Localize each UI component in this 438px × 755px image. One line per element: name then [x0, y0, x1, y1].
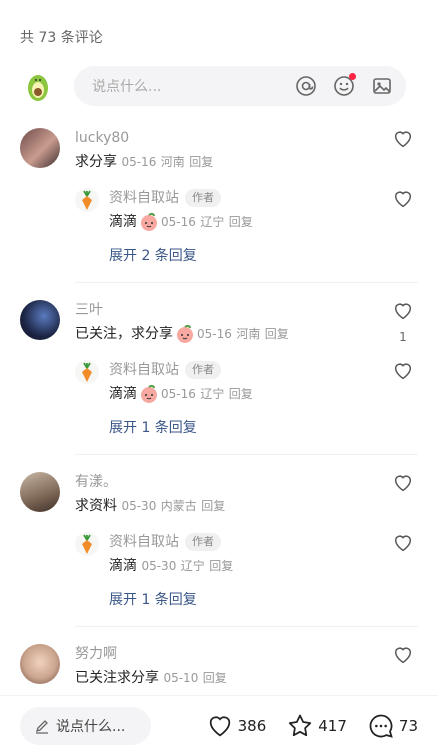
divider	[75, 626, 418, 627]
reply-button[interactable]: 回复	[201, 499, 225, 513]
comment-date: 05-16	[197, 327, 232, 341]
reply-button[interactable]: 回复	[229, 383, 253, 405]
reply-button[interactable]: 回复	[229, 211, 253, 233]
expand-replies-link[interactable]: 展开 1 条回复	[109, 417, 197, 437]
author-badge: 作者	[185, 189, 221, 207]
comments-count: 73	[398, 716, 418, 735]
comment-text: 求分享	[75, 154, 117, 170]
comment-region: 内蒙古	[160, 499, 197, 513]
comment-region: 河南	[236, 327, 261, 341]
notification-dot	[349, 73, 356, 80]
emoji-icon[interactable]	[332, 73, 356, 98]
reply-date: 05-16	[161, 215, 196, 229]
reply-date: 05-30	[141, 559, 177, 573]
pencil-icon	[35, 719, 48, 734]
like-button[interactable]	[388, 188, 418, 214]
comment-input-placeholder: 说点什么...	[92, 79, 162, 95]
heart-icon	[394, 131, 412, 148]
like-button[interactable]	[388, 532, 418, 558]
heart-icon	[394, 363, 412, 380]
reply-text: 滴滴	[109, 558, 137, 574]
comment-text: 已关注，求分享	[75, 326, 173, 342]
reply-author[interactable]: 资料自取站	[109, 360, 179, 380]
reply-region: 辽宁	[200, 215, 225, 229]
reply-text: 滴滴	[109, 386, 137, 402]
carrot-icon[interactable]	[75, 360, 99, 384]
like-button[interactable]	[388, 644, 418, 670]
reply-region: 辽宁	[180, 559, 205, 573]
heart-icon	[394, 475, 412, 492]
avatar[interactable]	[20, 128, 60, 168]
bottom-action-bar: 说点什么... 386 417 73	[0, 695, 438, 755]
reply-author[interactable]: 资料自取站	[109, 188, 179, 208]
comment-date: 05-10	[163, 671, 199, 685]
expand-replies-link[interactable]: 展开 1 条回复	[109, 589, 197, 609]
comment-text: 已关注求分享	[75, 670, 159, 686]
comment-bubble-icon	[369, 714, 393, 738]
avatar[interactable]	[20, 472, 60, 512]
divider	[75, 282, 418, 283]
like-post-button[interactable]: 386	[206, 712, 267, 740]
composer-row: 说点什么...	[20, 66, 406, 106]
image-icon[interactable]	[370, 74, 394, 98]
carrot-icon[interactable]	[75, 532, 99, 556]
reply-date: 05-16	[161, 387, 196, 401]
like-button[interactable]	[388, 472, 418, 498]
comment-region: 河南	[160, 155, 185, 169]
reply-region: 辽宁	[200, 387, 225, 401]
comment-author[interactable]: 三叶	[75, 300, 378, 320]
peach-emoji-icon	[141, 212, 157, 231]
star-icon	[289, 714, 312, 736]
comment-count: 共 73 条评论	[20, 30, 103, 46]
comment-author[interactable]: 努力啊	[75, 644, 378, 664]
comment-text: 求资料	[75, 498, 117, 514]
like-post-count: 386	[237, 716, 267, 735]
reply-button[interactable]: 回复	[265, 323, 289, 345]
reply-button[interactable]: 回复	[209, 555, 233, 577]
avocado-icon[interactable]	[20, 68, 56, 104]
favorite-button[interactable]: 417	[286, 712, 347, 740]
author-badge: 作者	[185, 533, 221, 551]
heart-icon	[209, 715, 230, 736]
reply-text: 滴滴	[109, 214, 137, 230]
expand-replies-link[interactable]: 展开 2 条回复	[109, 245, 197, 265]
author-badge: 作者	[185, 361, 221, 379]
comments-button[interactable]: 73	[367, 712, 418, 740]
reply-author[interactable]: 资料自取站	[109, 532, 179, 552]
heart-icon	[394, 191, 412, 208]
like-count: 1	[399, 330, 407, 344]
at-icon[interactable]	[294, 74, 318, 98]
divider	[75, 454, 418, 455]
peach-emoji-icon	[177, 324, 193, 343]
heart-icon	[394, 303, 412, 320]
bottom-input-placeholder: 说点什么...	[56, 718, 126, 735]
like-button[interactable]: 1	[388, 300, 418, 344]
peach-emoji-icon	[141, 384, 157, 403]
comment-author[interactable]: lucky80	[75, 128, 378, 148]
heart-icon	[394, 535, 412, 552]
bottom-comment-input[interactable]: 说点什么...	[20, 706, 151, 745]
reply-button[interactable]: 回复	[189, 155, 213, 169]
carrot-icon[interactable]	[75, 188, 99, 212]
avatar[interactable]	[20, 300, 60, 340]
heart-icon	[394, 647, 412, 664]
reply-button[interactable]: 回复	[203, 671, 227, 685]
like-button[interactable]	[388, 360, 418, 386]
avatar[interactable]	[20, 644, 60, 684]
favorite-count: 417	[318, 716, 347, 735]
comment-input[interactable]: 说点什么...	[74, 66, 406, 106]
comment-date: 05-16	[121, 155, 157, 169]
comment-author[interactable]: 有漾。	[75, 472, 378, 492]
comment-date: 05-30	[121, 499, 157, 513]
like-button[interactable]	[388, 128, 418, 154]
